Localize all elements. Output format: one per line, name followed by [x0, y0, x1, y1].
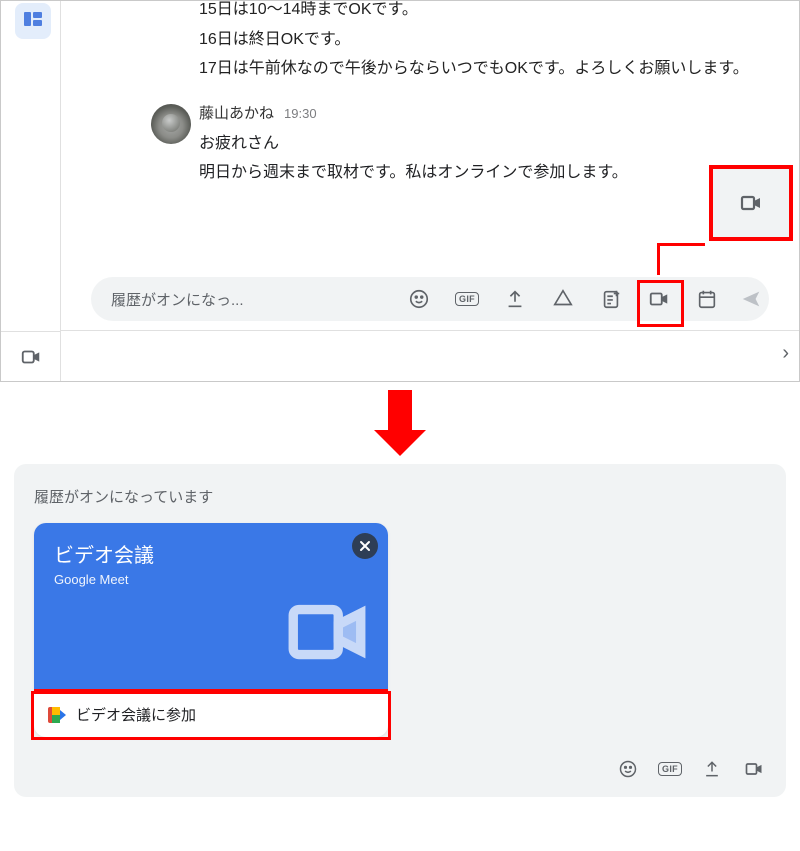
- meet-card-subtitle: Google Meet: [54, 572, 368, 587]
- meet-icon: [19, 345, 43, 369]
- message-line: 15日は10～14時までOKです。: [199, 0, 779, 25]
- annotation-connector: [657, 243, 705, 246]
- emoji-icon[interactable]: [407, 287, 431, 311]
- meet-card-header: ビデオ会議 Google Meet: [34, 523, 388, 689]
- video-icon: [282, 587, 372, 681]
- meet-card-title: ビデオ会議: [54, 539, 368, 568]
- upload-icon[interactable]: [700, 757, 724, 781]
- join-label: ビデオ会議に参加: [76, 704, 196, 725]
- upload-icon[interactable]: [503, 287, 527, 311]
- meet-tab[interactable]: [1, 331, 61, 381]
- gif-icon[interactable]: GIF: [455, 287, 479, 311]
- previous-message: 15日は10～14時までOKです。 16日は終日OKです。 17日は午前休なので…: [199, 0, 779, 84]
- video-icon: [739, 191, 763, 215]
- video-meeting-callout: [709, 165, 793, 241]
- drive-icon[interactable]: [551, 287, 575, 311]
- gif-icon[interactable]: GIF: [658, 757, 682, 781]
- meet-card-wrapper: ビデオ会議 Google Meet ビデオ会議に参加: [34, 523, 388, 737]
- compose-input[interactable]: 履歴がオンになっ...: [111, 289, 407, 310]
- message-line: お疲れさん: [199, 129, 759, 159]
- divider: [61, 330, 799, 331]
- join-meeting-button[interactable]: ビデオ会議に参加: [34, 689, 388, 737]
- close-button[interactable]: [352, 533, 378, 559]
- grid-icon: [24, 12, 42, 30]
- video-meeting-card: ビデオ会議 Google Meet ビデオ会議に参加: [34, 523, 388, 737]
- message-line: 17日は午前休なので午後からならいつでもOKです。よろしくお願いします。: [199, 54, 779, 84]
- doc-plus-icon[interactable]: [599, 287, 623, 311]
- compose-expanded: 履歴がオンになっています ビデオ会議 Google Meet ビデオ会議に参加: [14, 464, 786, 797]
- avatar[interactable]: [151, 104, 191, 144]
- left-rail: [1, 1, 61, 381]
- calendar-icon[interactable]: [695, 287, 719, 311]
- send-button[interactable]: [739, 287, 763, 311]
- message-timestamp: 19:30: [284, 106, 317, 121]
- highlight-box: [637, 280, 684, 327]
- chat-area: 15日は10～14時までOKです。 16日は終日OKです。 17日は午前休なので…: [61, 1, 799, 381]
- google-meet-logo-icon: [48, 707, 66, 723]
- spaces-tab-icon[interactable]: [15, 3, 51, 39]
- message-line: 明日から週末まで取材です。私はオンラインで参加します。: [199, 158, 759, 188]
- video-meeting-button[interactable]: [742, 757, 766, 781]
- message-author: 藤山あかね: [199, 102, 274, 123]
- message-line: 16日は終日OKです。: [199, 25, 779, 55]
- expand-chevron-icon[interactable]: ›: [782, 342, 789, 365]
- compose-action-row: GIF: [34, 757, 766, 781]
- chat-window: 15日は10～14時までOKです。 16日は終日OKです。 17日は午前休なので…: [0, 0, 800, 382]
- message-item: 藤山あかね 19:30 お疲れさん 明日から週末まで取材です。私はオンラインで参…: [151, 102, 779, 188]
- annotation-connector: [657, 243, 660, 275]
- history-status: 履歴がオンになっています: [34, 486, 766, 507]
- emoji-icon[interactable]: [616, 757, 640, 781]
- arrow-down-icon: [374, 390, 426, 456]
